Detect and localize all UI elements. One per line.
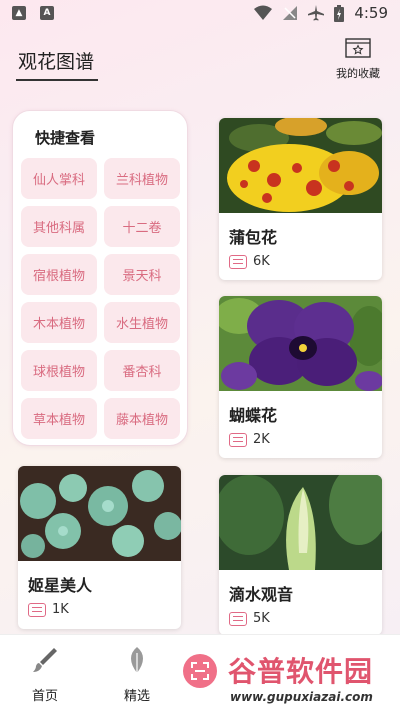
comment-icon bbox=[229, 611, 247, 626]
no-signal-icon bbox=[283, 6, 298, 20]
chip-perennials[interactable]: 宿根植物 bbox=[21, 254, 97, 295]
flower-card[interactable]: 蒲包花 6K bbox=[219, 118, 382, 280]
chip-woody-plants[interactable]: 木本植物 bbox=[21, 302, 97, 343]
chip-orchidaceae[interactable]: 兰科植物 bbox=[104, 158, 180, 199]
nav-home[interactable]: 首页 bbox=[10, 645, 80, 704]
nav-featured-label: 精选 bbox=[123, 689, 150, 704]
watermark-title: 谷普软件园 bbox=[228, 655, 374, 688]
flower-name: 滴水观音 bbox=[229, 585, 294, 604]
quick-view-panel: 快捷查看 仙人掌科 兰科植物 其他科属 十二卷 宿根植物 景天科 木本植物 水生… bbox=[12, 110, 188, 446]
comment-icon bbox=[229, 254, 247, 269]
title-underline bbox=[16, 79, 98, 81]
likes-value: 2K bbox=[253, 432, 270, 447]
clock: 4:59 bbox=[354, 4, 388, 22]
comment-icon bbox=[28, 602, 46, 617]
nav-home-label: 首页 bbox=[31, 689, 58, 704]
flower-name: 蝴蝶花 bbox=[229, 406, 278, 425]
flower-card[interactable]: 滴水观音 5K bbox=[219, 475, 382, 635]
chip-bulbs[interactable]: 球根植物 bbox=[21, 350, 97, 391]
watermark: 谷普软件园 www.gupuxiazai.com bbox=[224, 650, 398, 708]
flower-photo bbox=[219, 296, 382, 391]
chip-crassulaceae[interactable]: 景天科 bbox=[104, 254, 180, 295]
leaf-icon bbox=[131, 647, 143, 673]
flower-name: 蒲包花 bbox=[229, 228, 278, 247]
likes-value: 1K bbox=[52, 602, 69, 617]
chip-aizoaceae[interactable]: 番杏科 bbox=[104, 350, 180, 391]
scan-icon bbox=[191, 662, 209, 680]
flower-photo bbox=[18, 466, 181, 561]
text-notification-icon: A bbox=[40, 6, 54, 20]
comment-icon bbox=[229, 432, 247, 447]
favorites-label: 我的收藏 bbox=[336, 67, 380, 80]
status-bar: ▲ A 4:59 bbox=[0, 0, 400, 28]
brush-icon bbox=[33, 648, 57, 672]
airplane-icon bbox=[308, 5, 325, 21]
battery-icon bbox=[334, 4, 345, 22]
chip-other-families[interactable]: 其他科属 bbox=[21, 206, 97, 247]
likes-count: 2K bbox=[229, 432, 270, 447]
scan-button[interactable] bbox=[183, 654, 217, 688]
chip-aquatic-plants[interactable]: 水生植物 bbox=[104, 302, 180, 343]
wifi-icon bbox=[254, 5, 273, 20]
image-notification-icon: ▲ bbox=[12, 6, 26, 20]
chip-cactaceae[interactable]: 仙人掌科 bbox=[21, 158, 97, 199]
quick-view-title: 快捷查看 bbox=[35, 129, 96, 147]
star-folder-icon bbox=[345, 38, 371, 58]
page-title: 观花图谱 bbox=[18, 51, 95, 73]
likes-count: 6K bbox=[229, 254, 270, 269]
flower-photo bbox=[219, 475, 382, 570]
likes-count: 5K bbox=[229, 611, 270, 626]
likes-count: 1K bbox=[28, 602, 69, 617]
flower-card[interactable]: 姬星美人 1K bbox=[18, 466, 181, 629]
likes-value: 6K bbox=[253, 254, 270, 269]
flower-photo bbox=[219, 118, 382, 213]
favorites-button[interactable]: 我的收藏 bbox=[334, 38, 382, 81]
nav-featured[interactable]: 精选 bbox=[102, 645, 172, 704]
flower-name: 姬星美人 bbox=[28, 576, 93, 595]
chip-vines[interactable]: 藤本植物 bbox=[104, 398, 180, 439]
flower-card[interactable]: 蝴蝶花 2K bbox=[219, 296, 382, 458]
chip-haworthia[interactable]: 十二卷 bbox=[104, 206, 180, 247]
likes-value: 5K bbox=[253, 611, 270, 626]
chip-herbaceous[interactable]: 草本植物 bbox=[21, 398, 97, 439]
watermark-url: www.gupuxiazai.com bbox=[230, 690, 373, 704]
